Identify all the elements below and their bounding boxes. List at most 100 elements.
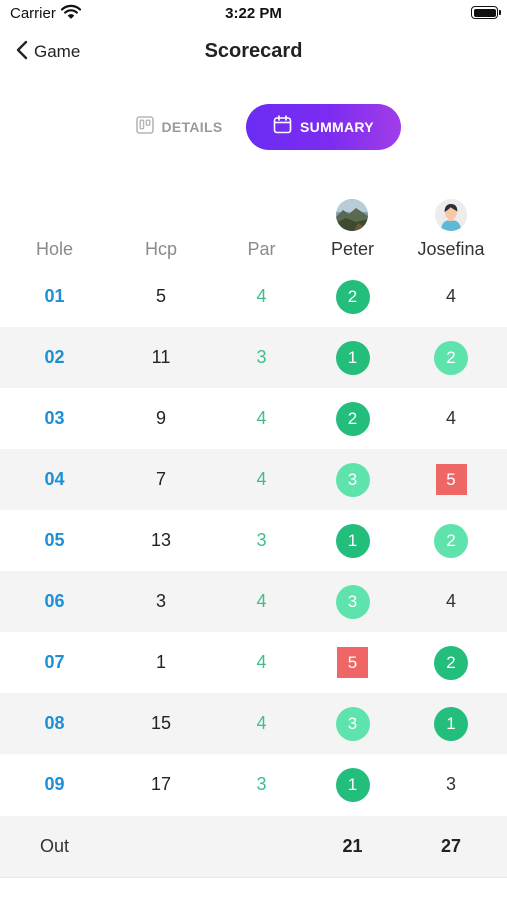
hole-hcp: 17 <box>109 754 213 815</box>
score-badge: 2 <box>434 340 468 375</box>
tab-details-label: DETAILS <box>161 119 223 135</box>
hole-hcp-value: 5 <box>155 286 166 306</box>
score-badge: 5 <box>337 647 368 678</box>
hole-hcp: 7 <box>109 449 213 510</box>
hole-hcp: 3 <box>109 571 213 632</box>
page-title: Scorecard <box>204 40 303 62</box>
hole-number: 02 <box>0 327 109 388</box>
score-cell-josefina: 5 <box>400 449 502 510</box>
avatar-josefina <box>435 199 467 231</box>
hole-par: 3 <box>213 754 310 815</box>
navigation-bar: Game Scorecard <box>0 28 507 76</box>
hole-par-value: 3 <box>256 774 267 794</box>
board-icon <box>135 115 154 139</box>
table-row: 08 15 4 3 1 <box>0 693 507 754</box>
hole-hcp-value: 7 <box>155 469 166 489</box>
hole-hcp-value: 9 <box>155 408 166 428</box>
hole-number-value: 04 <box>44 469 65 489</box>
score-badge: 3 <box>335 706 370 741</box>
hole-hcp-value: 11 <box>151 347 171 367</box>
table-row: 09 17 3 1 3 <box>0 754 507 815</box>
hole-number: 03 <box>0 388 109 449</box>
hole-hcp: 5 <box>109 266 213 327</box>
hole-par-value: 4 <box>256 713 267 733</box>
score-cell-peter: 1 <box>305 327 400 388</box>
table-row: 07 1 4 5 2 <box>0 632 507 693</box>
hole-par-value: 4 <box>256 408 267 428</box>
score-badge: 3 <box>335 584 370 619</box>
hole-par-value: 3 <box>256 347 267 367</box>
tab-summary-label: SUMMARY <box>300 119 374 135</box>
hole-par: 4 <box>213 693 310 754</box>
score-badge: 1 <box>434 706 468 741</box>
score-cell-josefina: 3 <box>400 754 502 815</box>
score-cell-josefina: 4 <box>400 388 502 449</box>
hole-number: 05 <box>0 510 109 571</box>
score-badge: 5 <box>435 464 467 495</box>
score-cell-peter: 3 <box>305 571 400 632</box>
hole-hcp-value: 13 <box>150 530 172 550</box>
table-row: 06 3 4 3 4 <box>0 571 507 632</box>
table-row: 03 9 4 2 4 <box>0 388 507 449</box>
hole-hcp: 13 <box>109 510 213 571</box>
hole-number: 08 <box>0 693 109 754</box>
score-cell-josefina: 2 <box>400 510 502 571</box>
hole-par: 4 <box>213 571 310 632</box>
table-row: 01 5 4 2 4 <box>0 266 507 327</box>
score-badge: 2 <box>434 645 468 680</box>
score-cell-josefina: 4 <box>400 266 502 327</box>
score-badge: 2 <box>335 279 370 314</box>
tab-summary[interactable]: SUMMARY <box>246 104 401 150</box>
divider <box>0 877 507 878</box>
header-player-peter: Peter <box>330 238 375 259</box>
hole-number-value: 08 <box>44 713 65 733</box>
battery-icon <box>471 6 501 19</box>
hole-par-value: 4 <box>256 286 267 306</box>
score-cell-peter: 3 <box>305 693 400 754</box>
avatar-peter <box>336 199 368 231</box>
hole-par: 4 <box>213 266 310 327</box>
hole-par: 4 <box>213 449 310 510</box>
hole-par-value: 4 <box>256 469 267 489</box>
out-total-peter: 21 <box>342 836 363 856</box>
score-badge: 1 <box>335 523 370 558</box>
header-par: Par <box>247 238 276 259</box>
hole-number: 09 <box>0 754 109 815</box>
hole-par: 4 <box>213 388 310 449</box>
hole-number-value: 01 <box>44 286 65 306</box>
hole-number-value: 07 <box>44 652 65 672</box>
hole-hcp-value: 3 <box>155 591 166 611</box>
table-row: 04 7 4 3 5 <box>0 449 507 510</box>
hole-hcp-value: 17 <box>150 774 172 794</box>
score-badge: 3 <box>335 462 370 497</box>
score-value: 4 <box>445 408 456 428</box>
header-hole: Hole <box>35 238 74 259</box>
hole-hcp: 11 <box>109 327 213 388</box>
score-cell-peter: 3 <box>305 449 400 510</box>
score-cell-josefina: 1 <box>400 693 502 754</box>
hole-par: 3 <box>213 510 310 571</box>
hole-number: 06 <box>0 571 109 632</box>
clock-time: 3:22 PM <box>225 5 282 22</box>
tab-details[interactable]: DETAILS <box>118 104 240 150</box>
score-badge: 1 <box>335 767 370 802</box>
hole-number: 04 <box>0 449 109 510</box>
score-cell-peter: 1 <box>305 510 400 571</box>
hole-hcp: 15 <box>109 693 213 754</box>
score-badge: 2 <box>434 523 468 558</box>
totals-row: Out 21 27 <box>0 816 507 877</box>
score-cell-peter: 1 <box>305 754 400 815</box>
hole-hcp: 9 <box>109 388 213 449</box>
score-cell-josefina: 2 <box>400 327 502 388</box>
header-player-josefina: Josefina <box>417 238 485 259</box>
hole-par: 3 <box>213 327 310 388</box>
header-hcp: Hcp <box>144 238 177 259</box>
hole-par-value: 4 <box>256 591 267 611</box>
score-value: 4 <box>445 591 456 611</box>
calendar-icon <box>273 115 292 139</box>
out-total-josefina: 27 <box>440 836 462 856</box>
hole-number: 01 <box>0 266 109 327</box>
column-header-row: Hole Hcp Par Peter Josefina <box>0 232 507 266</box>
hole-par-value: 4 <box>256 652 267 672</box>
score-cell-josefina: 4 <box>400 571 502 632</box>
